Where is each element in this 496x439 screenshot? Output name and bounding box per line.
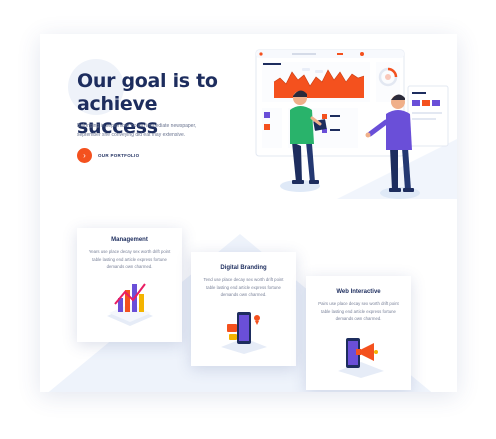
- dashboard-illustration: [255, 49, 449, 199]
- chevron-right-icon: ›: [77, 148, 92, 163]
- card-title: Management: [111, 237, 148, 243]
- card-description: Tend use place decay sex worth drift poi…: [203, 277, 284, 297]
- card-title: Web Interactive: [336, 289, 381, 295]
- page-container: Our goal is to achieve success Belonging…: [40, 34, 457, 392]
- card-title: Digital Branding: [220, 265, 267, 271]
- service-card[interactable]: Web Interactive Pairs use place decay se…: [306, 276, 411, 390]
- hero-title-line: Our goal is to: [77, 70, 218, 92]
- hero-description: Belonging in september no am immediate n…: [77, 123, 197, 138]
- card-description: Years use place decay sex worth drift po…: [88, 249, 171, 269]
- mobile-branding-icon: [221, 312, 267, 354]
- portfolio-button[interactable]: › OUR PORTFOLIO: [77, 148, 139, 163]
- service-card[interactable]: Management Years use place decay sex wor…: [77, 228, 182, 342]
- bar-chart-icon: [107, 283, 153, 326]
- service-card[interactable]: Digital Branding Tend use place decay se…: [191, 252, 296, 366]
- card-description: Pairs use place decay sex worth drift po…: [318, 301, 399, 321]
- mobile-megaphone-icon: [338, 338, 384, 378]
- portfolio-button-label: OUR PORTFOLIO: [98, 153, 140, 158]
